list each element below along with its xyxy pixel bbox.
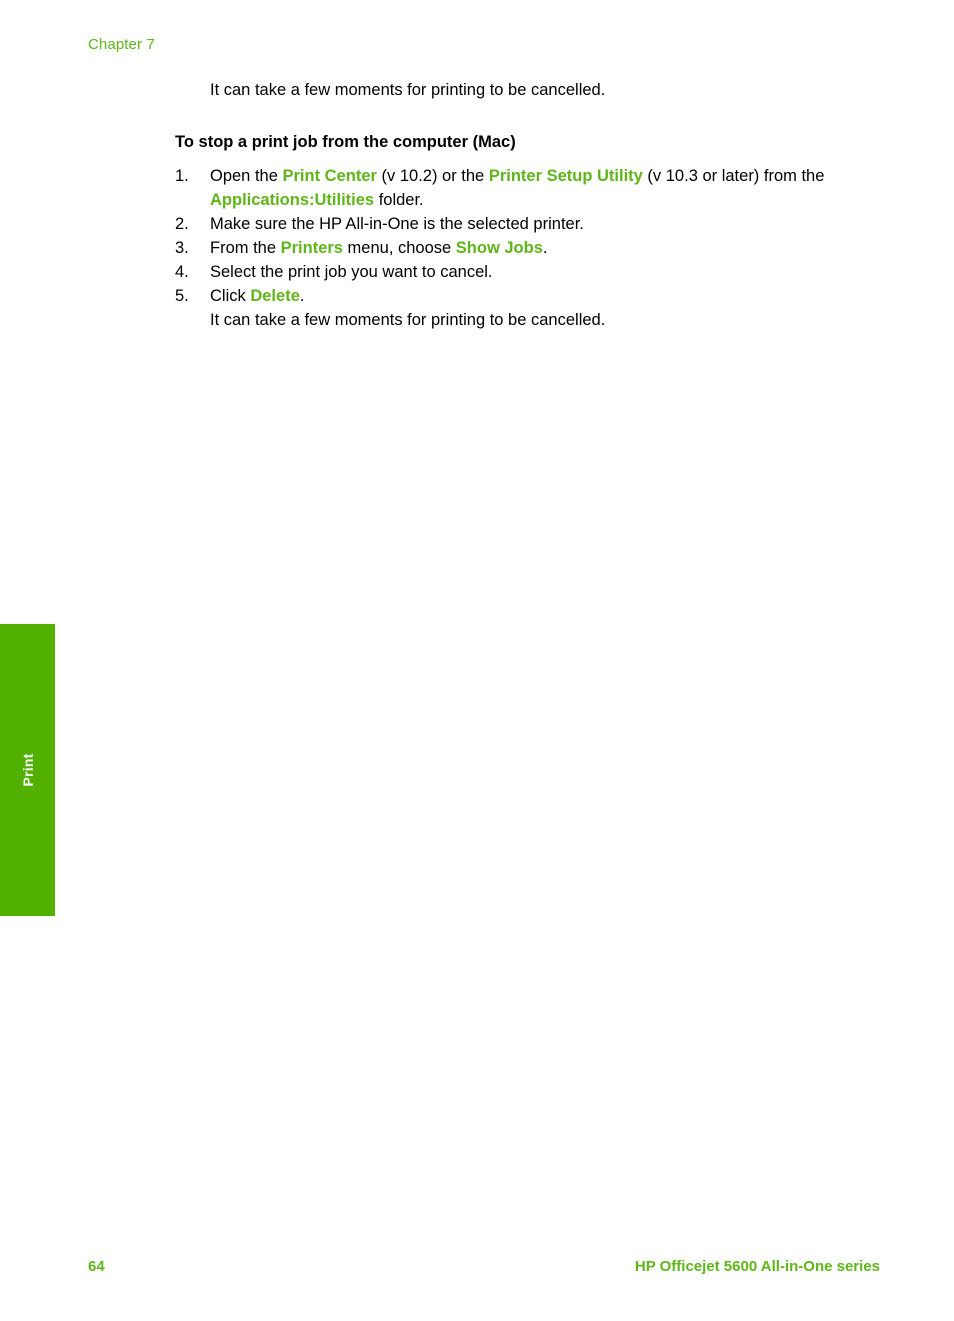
section-heading: To stop a print job from the computer (M… — [175, 133, 516, 151]
plain-text: Click — [210, 287, 251, 305]
plain-text: (v 10.2) or the — [376, 167, 489, 185]
chapter-header: Chapter 7 — [88, 36, 155, 53]
page-footer: 64 HP Officejet 5600 All-in-One series — [88, 1258, 880, 1275]
steps-list: 1. Open the Print Center (v 10.2) or the … — [175, 154, 875, 308]
plain-text: Make sure the HP All-in-One is the selec… — [210, 215, 584, 233]
side-tab-label: Print — [19, 753, 36, 787]
document-page: Chapter 7 Print It can take a few moment… — [0, 0, 954, 1321]
step-number: 2. — [175, 215, 189, 233]
emphasis-term: Print Center — [282, 167, 377, 185]
plain-text: . — [299, 287, 305, 305]
plain-text: folder. — [374, 191, 424, 209]
page-content: It can take a few moments for printing t… — [175, 78, 875, 332]
step-item: 3. From the Printers menu, choose Show Jo… — [175, 236, 875, 260]
step-text: Select the print job you want to cancel. — [210, 260, 875, 284]
step-text: Click Delete. — [210, 284, 875, 308]
emphasis-term: Applications:Utilities — [210, 191, 375, 209]
step-text: Open the Print Center (v 10.2) or the Pr… — [210, 164, 875, 212]
emphasis-term: Show Jobs — [455, 239, 543, 257]
step-number: 3. — [175, 239, 189, 257]
step-text: Make sure the HP All-in-One is the selec… — [210, 212, 875, 236]
emphasis-term: Delete — [250, 287, 300, 305]
plain-text: (v 10.3 or later) from the — [642, 167, 825, 185]
step-item: 2. Make sure the HP All-in-One is the sel… — [175, 212, 875, 236]
step-item: 1. Open the Print Center (v 10.2) or the … — [175, 164, 875, 212]
intro-note: It can take a few moments for printing t… — [210, 81, 606, 99]
step-item: 5. Click Delete. — [175, 284, 875, 308]
emphasis-term: Printer Setup Utility — [488, 167, 643, 185]
step-text: From the Printers menu, choose Show Jobs… — [210, 236, 875, 260]
step-item: 4. Select the print job you want to cance… — [175, 260, 875, 284]
step-number: 5. — [175, 287, 189, 305]
plain-text: menu, choose — [342, 239, 456, 257]
footer-page-number: 64 — [88, 1258, 105, 1275]
emphasis-term: Printers — [280, 239, 343, 257]
step-number: 4. — [175, 263, 189, 281]
side-tab-print: Print — [0, 624, 55, 916]
plain-text: Select the print job you want to cancel. — [210, 263, 493, 281]
plain-text: Open the — [210, 167, 283, 185]
step-number: 1. — [175, 167, 189, 185]
trailing-note: It can take a few moments for printing t… — [210, 311, 606, 329]
footer-product-name: HP Officejet 5600 All-in-One series — [634, 1258, 880, 1275]
plain-text: . — [542, 239, 548, 257]
plain-text: From the — [210, 239, 281, 257]
